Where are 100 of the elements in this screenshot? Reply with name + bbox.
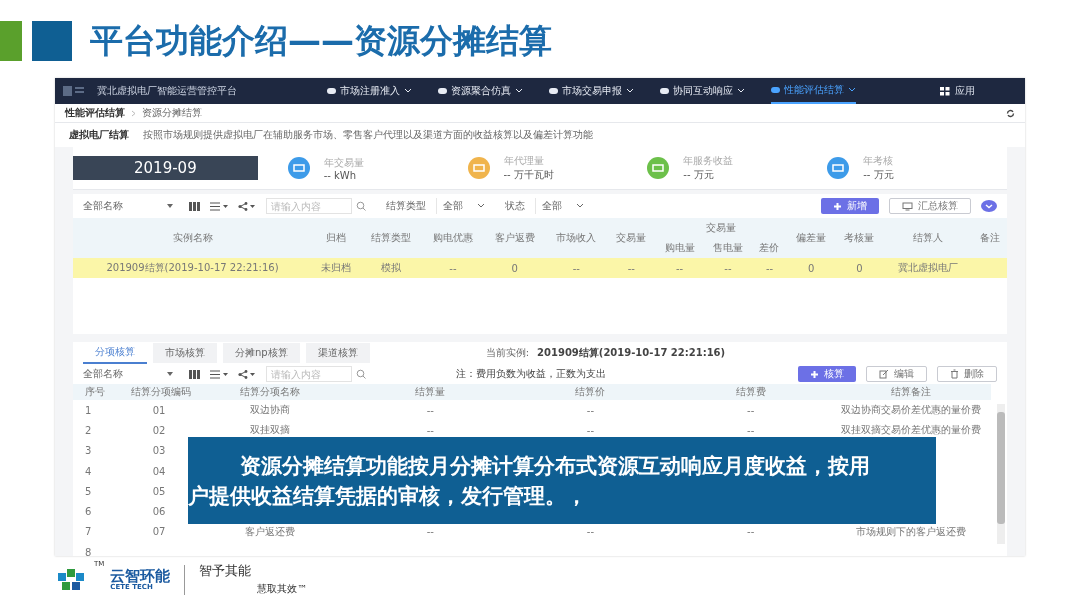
breadcrumb-link[interactable]: 性能评估结算: [65, 106, 125, 120]
column-header: 备注: [972, 218, 1007, 258]
table-cell-text: --: [585, 423, 596, 438]
scrollbar[interactable]: [997, 404, 1005, 544]
nav-tab[interactable]: 资源聚合仿真: [438, 78, 523, 104]
tab[interactable]: 分项核算: [83, 342, 147, 364]
column-header: 偏差量: [786, 218, 836, 258]
caret-icon: [737, 88, 745, 94]
search-icon[interactable]: [356, 369, 366, 379]
stat-value: -- kWh: [323, 169, 358, 181]
tab[interactable]: 市场核算: [153, 343, 217, 363]
list-view-icon[interactable]: [210, 369, 228, 379]
share-icon[interactable]: [238, 201, 256, 211]
table-cell-text: 5: [84, 484, 93, 499]
plus-icon: [833, 201, 842, 211]
table-cell-text: 6: [84, 505, 93, 520]
plus-icon: [810, 369, 819, 379]
slide-title: 平台功能介绍——资源分摊结算: [90, 19, 552, 62]
action-button[interactable]: 核算: [798, 366, 856, 382]
columns-icon[interactable]: [189, 201, 200, 211]
table-cell-text: 双挂双摘: [249, 423, 292, 438]
filter-dropdown[interactable]: 全部: [436, 198, 485, 214]
table-row[interactable]: 201909结算(2019-10-17 22:21:16) 未归档 模拟 -- 0 -- -- -- -- -- 0 0 冀北虚拟电厂: [73, 258, 1007, 278]
company-name: 云智环能: [110, 569, 171, 584]
stat-value: -- 万千瓦时: [503, 168, 554, 182]
search-field[interactable]: 请输入内容: [266, 198, 352, 214]
table-cell: 模拟: [360, 258, 423, 278]
table-cell-text: --: [746, 423, 756, 438]
caret-icon: [404, 88, 412, 94]
table-cell: --: [752, 258, 787, 278]
logo-icon: [63, 84, 85, 98]
table-cell: 0: [835, 258, 884, 278]
table-cell-text: 04: [151, 464, 167, 479]
table-cell: 未归档: [312, 258, 361, 278]
tagline: 慧取其效™: [257, 582, 308, 596]
expand-button[interactable]: [981, 200, 997, 212]
refresh-icon[interactable]: [1006, 108, 1015, 118]
list-view-icon[interactable]: [210, 201, 228, 211]
table-cell: --: [607, 258, 656, 278]
table-cell-text: 03: [151, 444, 167, 459]
column-header: 购电量: [655, 238, 704, 258]
caret-icon: [848, 87, 856, 93]
dropdown-arrow-icon: [167, 372, 173, 376]
grid-icon: [940, 86, 950, 96]
table-cell: 0: [483, 258, 546, 278]
table-cell: --: [422, 258, 484, 278]
table-cell-text: --: [425, 423, 435, 438]
name-dropdown[interactable]: 全部名称: [83, 367, 179, 381]
tab[interactable]: 渠道核算: [305, 343, 370, 363]
nav-tab[interactable]: 市场交易申报: [549, 78, 634, 104]
table-cell-text: 07: [151, 525, 167, 540]
table-cell-text: 客户返还费: [244, 524, 297, 539]
stat-label: 年考核: [863, 154, 894, 168]
app-title: 冀北虚拟电厂智能运营管控平台: [97, 84, 238, 98]
column-header: 购电优惠: [422, 218, 484, 258]
apps-menu[interactable]: 应用: [940, 84, 975, 98]
table-cell: [972, 258, 1007, 278]
stat-label: 年服务收益: [683, 154, 734, 168]
share-icon[interactable]: [238, 369, 256, 379]
column-header: 归档: [312, 218, 361, 258]
table-cell: --: [703, 258, 753, 278]
nav-tab[interactable]: 市场注册准入: [327, 78, 412, 104]
section-title: 虚拟电厂结算: [69, 128, 129, 142]
caption-text: 资源分摊结算功能按月分摊计算分布式资源互动响应月度收益，按用户提供收益结算凭据的审核，发行管理。，: [188, 437, 936, 524]
edit-button[interactable]: 编辑: [866, 366, 927, 382]
caret-icon: [515, 88, 523, 94]
column-header: 结算价: [510, 384, 671, 400]
slogan: 智予其能: [199, 562, 252, 580]
column-header: 客户返费: [483, 218, 546, 258]
table-cell: 0: [786, 258, 836, 278]
table-cell: 01: [128, 400, 190, 421]
table-cell-text: 双挂双摘交易价差优惠的量价费: [839, 423, 982, 438]
delete-button[interactable]: 删除: [937, 366, 997, 382]
search-field[interactable]: 请输入内容: [266, 366, 352, 382]
filter-label: 状态: [505, 199, 525, 213]
tab[interactable]: 分摊np核算: [223, 343, 300, 363]
action-button[interactable]: 新增: [821, 198, 879, 214]
name-dropdown[interactable]: 全部名称: [83, 199, 179, 213]
edit-icon: [879, 369, 889, 379]
header-decoration: [32, 21, 72, 61]
column-header: 结算类型: [360, 218, 423, 258]
table-cell-text: 4: [84, 464, 93, 479]
table-cell-text: --: [585, 525, 596, 540]
action-button[interactable]: 汇总核算: [889, 198, 971, 214]
filter-dropdown[interactable]: 全部: [535, 198, 584, 214]
column-header: 交易量: [655, 218, 787, 238]
columns-icon[interactable]: [189, 369, 200, 379]
caret-icon: [477, 203, 485, 209]
search-icon[interactable]: [356, 201, 366, 211]
column-header: 结算分项编码: [128, 384, 190, 400]
column-header: 差价: [752, 238, 787, 258]
table-cell-text: 05: [151, 484, 167, 499]
nav-tab[interactable]: 协同互动响应: [660, 78, 745, 104]
column-header: 实例名称: [73, 218, 313, 258]
period-display: 2019-09: [73, 156, 258, 180]
column-header: 市场收入: [545, 218, 608, 258]
chevron-icon: [131, 109, 136, 117]
column-header: 序号: [73, 384, 128, 400]
column-header: 考核量: [835, 218, 884, 258]
table-cell: --: [350, 400, 511, 421]
